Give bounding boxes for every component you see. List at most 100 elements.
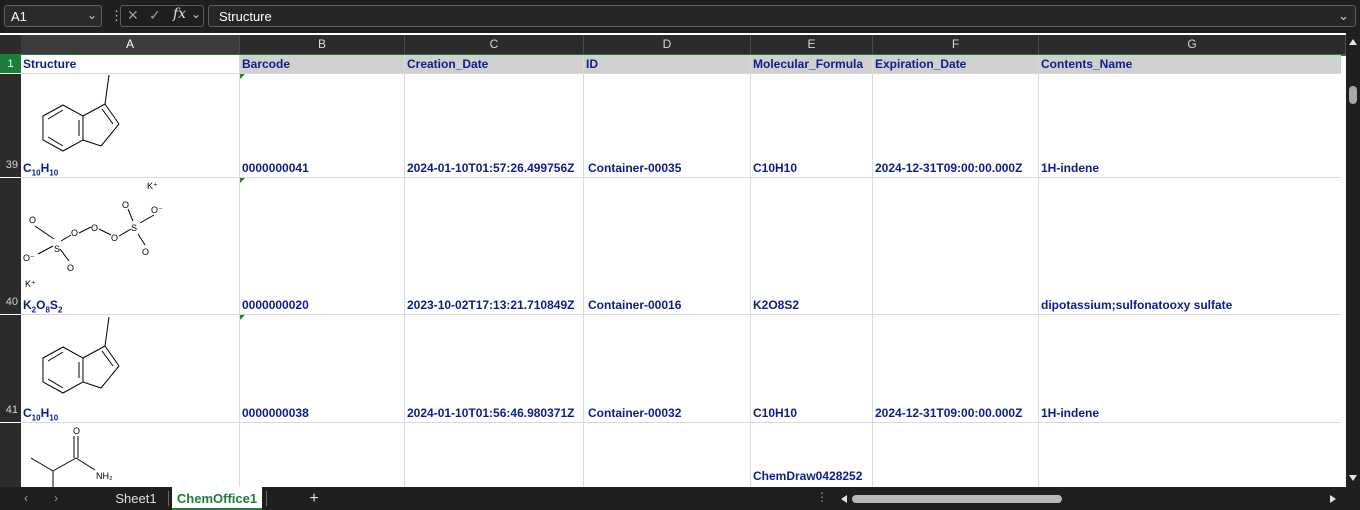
column-header-g[interactable]: G xyxy=(1039,35,1346,54)
name-box[interactable]: A1 ⌄ xyxy=(4,5,102,27)
formula-sub: 10 xyxy=(31,413,41,423)
chevron-down-icon[interactable]: ⌄ xyxy=(191,7,201,21)
cell-expiration-date[interactable]: 2024-12-31T09:00:00.000Z xyxy=(875,161,1022,175)
cell-molecular-formula[interactable]: ChemDraw0428252 xyxy=(753,469,862,483)
cell-expiration-date[interactable]: 2024-12-31T09:00:00.000Z xyxy=(875,406,1022,420)
oxygen-label: O xyxy=(29,215,36,225)
column-header-f[interactable]: F xyxy=(873,35,1039,54)
enter-icon[interactable]: ✓ xyxy=(149,7,161,24)
scroll-left-icon[interactable] xyxy=(838,493,850,505)
cell-molecular-formula[interactable]: C10H10 xyxy=(753,161,797,175)
horizontal-scroll-thumb[interactable] xyxy=(852,495,1062,503)
cell-barcode[interactable]: 0000000038 xyxy=(242,406,309,420)
more-options-icon[interactable]: ⋮ xyxy=(816,490,828,504)
cell-creation-date[interactable]: 2024-01-10T01:57:26.499756Z xyxy=(407,161,574,175)
cell-molecular-formula[interactable]: K2O8S2 xyxy=(753,298,799,312)
cell-creation-date[interactable]: 2023-10-02T17:13:21.710849Z xyxy=(407,298,574,312)
structure-drawing-persulfate[interactable]: K⁺ O S O⁻ O O O O S O O⁻ O K⁺ xyxy=(21,179,191,291)
cell-creation-date[interactable]: 2024-01-10T01:56:46.980371Z xyxy=(407,406,574,420)
scroll-right-icon[interactable] xyxy=(1327,493,1339,505)
k-plus-label: K⁺ xyxy=(147,181,158,191)
column-header-d[interactable]: D xyxy=(584,35,751,54)
header-row xyxy=(21,55,1341,73)
chevron-down-icon[interactable]: ⌄ xyxy=(87,8,97,22)
cell-grid[interactable]: Structure Barcode Creation_Date ID Molec… xyxy=(21,55,1341,487)
header-cell-contents-name[interactable]: Contents_Name xyxy=(1041,57,1132,71)
error-flag-icon[interactable] xyxy=(240,178,245,183)
structure-drawing-isobutyramide[interactable]: O NH₂ xyxy=(23,423,133,487)
cell-id[interactable]: Container-00032 xyxy=(588,406,681,420)
oxygen-label: O xyxy=(91,223,98,233)
cell-barcode[interactable]: 0000000020 xyxy=(242,298,309,312)
cell-barcode[interactable]: 0000000041 xyxy=(242,161,309,175)
sheet-tab-chemoffice1[interactable]: ChemOffice1 xyxy=(172,487,262,510)
formula-sub: 10 xyxy=(31,168,41,178)
row-header-40[interactable]: 40 xyxy=(0,178,21,314)
formula-bar: A1 ⌄ ⋮ ✕ ✓ fx ⌄ Structure ⌄ xyxy=(0,0,1360,33)
formula-h: H xyxy=(40,406,50,420)
formula-sub: 10 xyxy=(49,413,59,423)
amine-label: NH₂ xyxy=(96,471,113,481)
structure-formula[interactable]: C10H10 xyxy=(23,161,58,177)
formula-input[interactable]: Structure ⌄ xyxy=(208,5,1356,27)
header-cell-structure[interactable]: Structure xyxy=(23,57,76,71)
column-header-bar: A B C D E F G xyxy=(0,35,1346,56)
formula-sub: 2 xyxy=(57,305,63,315)
header-cell-expiration-date[interactable]: Expiration_Date xyxy=(875,57,966,71)
row-header-39[interactable]: 39 xyxy=(0,74,21,177)
oxygen-minus-label: O⁻ xyxy=(151,205,163,215)
column-header-e[interactable]: E xyxy=(751,35,873,54)
row-header-41[interactable]: 41 xyxy=(0,315,21,422)
formula-text: Structure xyxy=(219,9,272,24)
scroll-up-icon[interactable] xyxy=(1346,35,1360,49)
oxygen-label: O xyxy=(71,228,78,238)
sulfur-label: S xyxy=(54,244,60,254)
formula-s: S xyxy=(49,298,58,312)
formula-buttons: ✕ ✓ fx ⌄ xyxy=(120,5,204,27)
column-header-b[interactable]: B xyxy=(240,35,405,54)
oxygen-label: O xyxy=(67,263,74,273)
header-cell-molecular-formula[interactable]: Molecular_Formula xyxy=(753,57,863,71)
add-sheet-button[interactable]: + xyxy=(300,487,328,510)
formula-h: H xyxy=(40,161,50,175)
cell-molecular-formula[interactable]: C10H10 xyxy=(753,406,797,420)
sulfur-label: S xyxy=(131,223,137,233)
row-header-1[interactable]: 1 xyxy=(0,55,21,73)
header-cell-creation-date[interactable]: Creation_Date xyxy=(407,57,488,71)
next-sheet-icon[interactable]: › xyxy=(54,491,58,505)
error-flag-icon[interactable] xyxy=(240,74,245,79)
header-cell-id[interactable]: ID xyxy=(586,57,598,71)
oxygen-label: O xyxy=(122,200,129,210)
insert-function-icon[interactable]: fx xyxy=(173,6,186,22)
prev-sheet-icon[interactable]: ‹ xyxy=(24,491,28,505)
cancel-icon[interactable]: ✕ xyxy=(127,7,139,24)
cell-contents-name[interactable]: 1H-indene xyxy=(1041,161,1099,175)
sheet-tab-sheet1[interactable]: Sheet1 xyxy=(105,487,167,510)
row-header-42[interactable] xyxy=(0,423,21,487)
structure-drawing-indene[interactable] xyxy=(23,316,133,398)
sheet-tab-bar: ‹ › Sheet1 ChemOffice1 + ⋮ xyxy=(0,487,1360,510)
expand-formula-icon[interactable]: ⌄ xyxy=(1338,8,1349,24)
error-flag-icon[interactable] xyxy=(240,315,245,320)
cell-id[interactable]: Container-00035 xyxy=(588,161,681,175)
column-header-a[interactable]: A xyxy=(21,35,240,54)
formula-sub: 10 xyxy=(49,168,59,178)
structure-drawing-indene[interactable] xyxy=(23,74,133,156)
column-header-c[interactable]: C xyxy=(405,35,584,54)
formula-k: K xyxy=(23,298,32,312)
oxygen-label: O xyxy=(73,426,80,436)
formula-c: C xyxy=(23,406,32,420)
header-cell-barcode[interactable]: Barcode xyxy=(242,57,290,71)
k-plus-label: K⁺ xyxy=(25,279,36,289)
oxygen-minus-label: O⁻ xyxy=(23,253,35,263)
scroll-down-icon[interactable] xyxy=(1346,471,1360,485)
structure-formula[interactable]: C10H10 xyxy=(23,406,58,422)
structure-formula[interactable]: K2O8S2 xyxy=(23,298,62,314)
name-box-value: A1 xyxy=(11,9,27,24)
formula-c: C xyxy=(23,161,32,175)
cell-contents-name[interactable]: 1H-indene xyxy=(1041,406,1099,420)
oxygen-label: O xyxy=(111,233,118,243)
cell-contents-name[interactable]: dipotassium;sulfonatooxy sulfate xyxy=(1041,298,1232,312)
cell-id[interactable]: Container-00016 xyxy=(588,298,681,312)
vertical-scroll-thumb[interactable] xyxy=(1349,86,1357,104)
